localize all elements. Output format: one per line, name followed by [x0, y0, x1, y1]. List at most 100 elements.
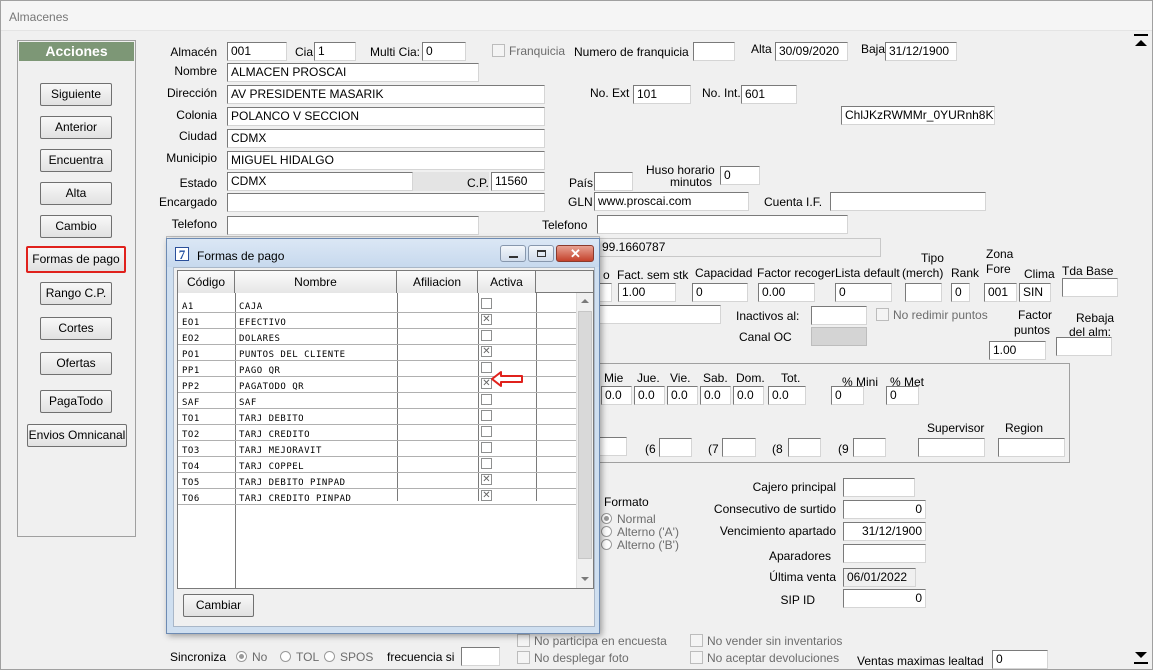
minimize-button[interactable] — [500, 245, 526, 262]
no-aceptar-checkbox[interactable] — [690, 651, 703, 664]
grid-header-nombre[interactable]: Nombre — [235, 271, 397, 293]
coords-field[interactable]: 99.1660787 — [598, 238, 881, 257]
telefono-field[interactable] — [227, 216, 479, 235]
table-row[interactable]: A1 CAJA — [178, 297, 576, 313]
telefono2-field[interactable] — [597, 215, 848, 234]
day-field[interactable]: 0.0 — [768, 386, 806, 405]
blank-small-field[interactable] — [598, 283, 612, 302]
grid-header-activa[interactable]: Activa — [478, 271, 536, 293]
tda-field[interactable] — [1062, 278, 1118, 297]
accion-anterior-button[interactable]: Anterior — [40, 116, 112, 139]
formato-normal-radio[interactable] — [601, 513, 612, 524]
supervisor-field[interactable] — [918, 438, 985, 457]
zona-field[interactable]: 001 — [984, 283, 1017, 302]
day-field[interactable]: 0.0 — [733, 386, 764, 405]
encargado-field[interactable] — [227, 193, 545, 212]
row-activa-checkbox[interactable]: ✕ — [481, 474, 492, 485]
noext-field[interactable]: 101 — [633, 85, 691, 104]
tipo-field[interactable] — [905, 283, 942, 302]
grid-scrollbar[interactable] — [576, 293, 593, 588]
nombre-field[interactable]: ALMACEN PROSCAI — [227, 63, 479, 82]
lista-field[interactable]: 0 — [835, 283, 892, 302]
accion-alta-button[interactable]: Alta — [40, 182, 112, 205]
cambiar-button[interactable]: Cambiar — [183, 594, 254, 617]
n8-field[interactable] — [788, 438, 821, 457]
table-row[interactable]: PO1 PUNTOS DEL CLIENTE ✕ — [178, 345, 576, 361]
accion-formas-de-pago-button[interactable]: Formas de pago — [26, 246, 126, 273]
noint-field[interactable]: 601 — [741, 85, 797, 104]
accion-siguiente-button[interactable]: Siguiente — [40, 83, 112, 106]
huso-field[interactable]: 0 — [720, 166, 760, 185]
grid-scroll-up-icon[interactable] — [581, 299, 589, 303]
municipio-field[interactable]: MIGUEL HIDALGO — [227, 151, 545, 170]
grid-scroll-thumb[interactable] — [578, 311, 592, 559]
multicia-field[interactable]: 0 — [422, 42, 466, 61]
ultima-field[interactable]: 06/01/2022 — [843, 568, 916, 587]
row-activa-checkbox[interactable]: ✕ — [481, 346, 492, 357]
table-row[interactable]: EO2 DOLARES — [178, 329, 576, 345]
table-row[interactable]: TO6 TARJ CREDITO PINPAD ✕ — [178, 489, 576, 505]
accion-rango-c-p-button[interactable]: Rango C.P. — [40, 282, 112, 305]
row-activa-checkbox[interactable] — [481, 330, 492, 341]
cuenta-field[interactable] — [830, 192, 986, 211]
sinc-no-radio[interactable] — [236, 651, 247, 662]
day-field[interactable]: 0.0 — [667, 386, 698, 405]
formato-a-radio[interactable] — [601, 526, 612, 537]
close-button[interactable]: ✕ — [556, 245, 594, 262]
franquicia-checkbox[interactable] — [492, 44, 505, 57]
met-field[interactable]: 0 — [886, 386, 919, 405]
accion-encuentra-button[interactable]: Encuentra — [40, 149, 112, 172]
sip-field[interactable]: 0 — [843, 589, 926, 608]
almacen-field[interactable]: 001 — [227, 42, 287, 61]
n5-field[interactable] — [598, 437, 627, 456]
ventas-field[interactable]: 0 — [992, 650, 1048, 669]
table-row[interactable]: TO1 TARJ DEBITO — [178, 409, 576, 425]
accion-cortes-button[interactable]: Cortes — [40, 317, 112, 340]
row-activa-checkbox[interactable] — [481, 394, 492, 405]
row-activa-checkbox[interactable] — [481, 442, 492, 453]
sinc-tol-radio[interactable] — [280, 651, 291, 662]
n7-field[interactable] — [722, 438, 756, 457]
table-row[interactable]: TO5 TARJ DEBITO PINPAD ✕ — [178, 473, 576, 489]
no-redimir-checkbox[interactable] — [876, 308, 889, 321]
gln-field[interactable]: www.proscai.com — [594, 192, 749, 211]
region-field[interactable] — [998, 438, 1065, 457]
aparadores-field[interactable] — [843, 544, 926, 563]
mini-field[interactable]: 0 — [831, 386, 864, 405]
grid-header-afiliacion[interactable]: Afiliacion — [397, 271, 478, 293]
row-activa-checkbox[interactable]: ✕ — [481, 314, 492, 325]
inactivos-field[interactable] — [811, 306, 867, 325]
partial-wide-field[interactable] — [598, 305, 721, 324]
row-activa-checkbox[interactable] — [481, 426, 492, 437]
accion-envios-omnicanal-button[interactable]: Envios Omnicanal — [27, 424, 127, 447]
token-field[interactable]: ChlJKzRWMMr_0YURnh8KT8 — [841, 106, 995, 125]
direccion-field[interactable]: AV PRESIDENTE MASARIK — [227, 85, 545, 104]
cia-field[interactable]: 1 — [314, 42, 356, 61]
row-activa-checkbox[interactable]: ✕ — [481, 490, 492, 501]
no-participa-checkbox[interactable] — [517, 634, 530, 647]
table-row[interactable]: TO4 TARJ COPPEL — [178, 457, 576, 473]
day-field[interactable]: 0.0 — [700, 386, 731, 405]
consecutivo-field[interactable]: 0 — [843, 500, 926, 519]
capacidad-field[interactable]: 0 — [692, 283, 748, 302]
fact-field[interactable]: 1.00 — [618, 283, 676, 302]
alta-field[interactable]: 30/09/2020 — [775, 42, 848, 61]
no-vender-checkbox[interactable] — [690, 634, 703, 647]
table-row[interactable]: EO1 EFECTIVO ✕ — [178, 313, 576, 329]
accion-pagatodo-button[interactable]: PagaTodo — [40, 390, 112, 413]
accion-cambio-button[interactable]: Cambio — [40, 215, 112, 238]
table-row[interactable]: TO3 TARJ MEJORAVIT — [178, 441, 576, 457]
sinc-spos-radio[interactable] — [324, 651, 335, 662]
scroll-top-bar[interactable] — [1134, 34, 1148, 36]
colonia-field[interactable]: POLANCO V SECCION — [227, 107, 545, 126]
row-activa-checkbox[interactable] — [481, 410, 492, 421]
formato-b-radio[interactable] — [601, 539, 612, 550]
scroll-down-icon[interactable] — [1135, 652, 1147, 658]
factor-recoger-field[interactable]: 0.00 — [758, 283, 815, 302]
scroll-up-icon[interactable] — [1135, 40, 1147, 46]
cp-field[interactable]: 11560 — [491, 172, 545, 191]
factor-puntos-field[interactable]: 1.00 — [989, 341, 1046, 360]
table-row[interactable]: TO2 TARJ CREDITO — [178, 425, 576, 441]
num-franquicia-field[interactable] — [693, 42, 735, 61]
pais-field[interactable] — [594, 172, 633, 191]
